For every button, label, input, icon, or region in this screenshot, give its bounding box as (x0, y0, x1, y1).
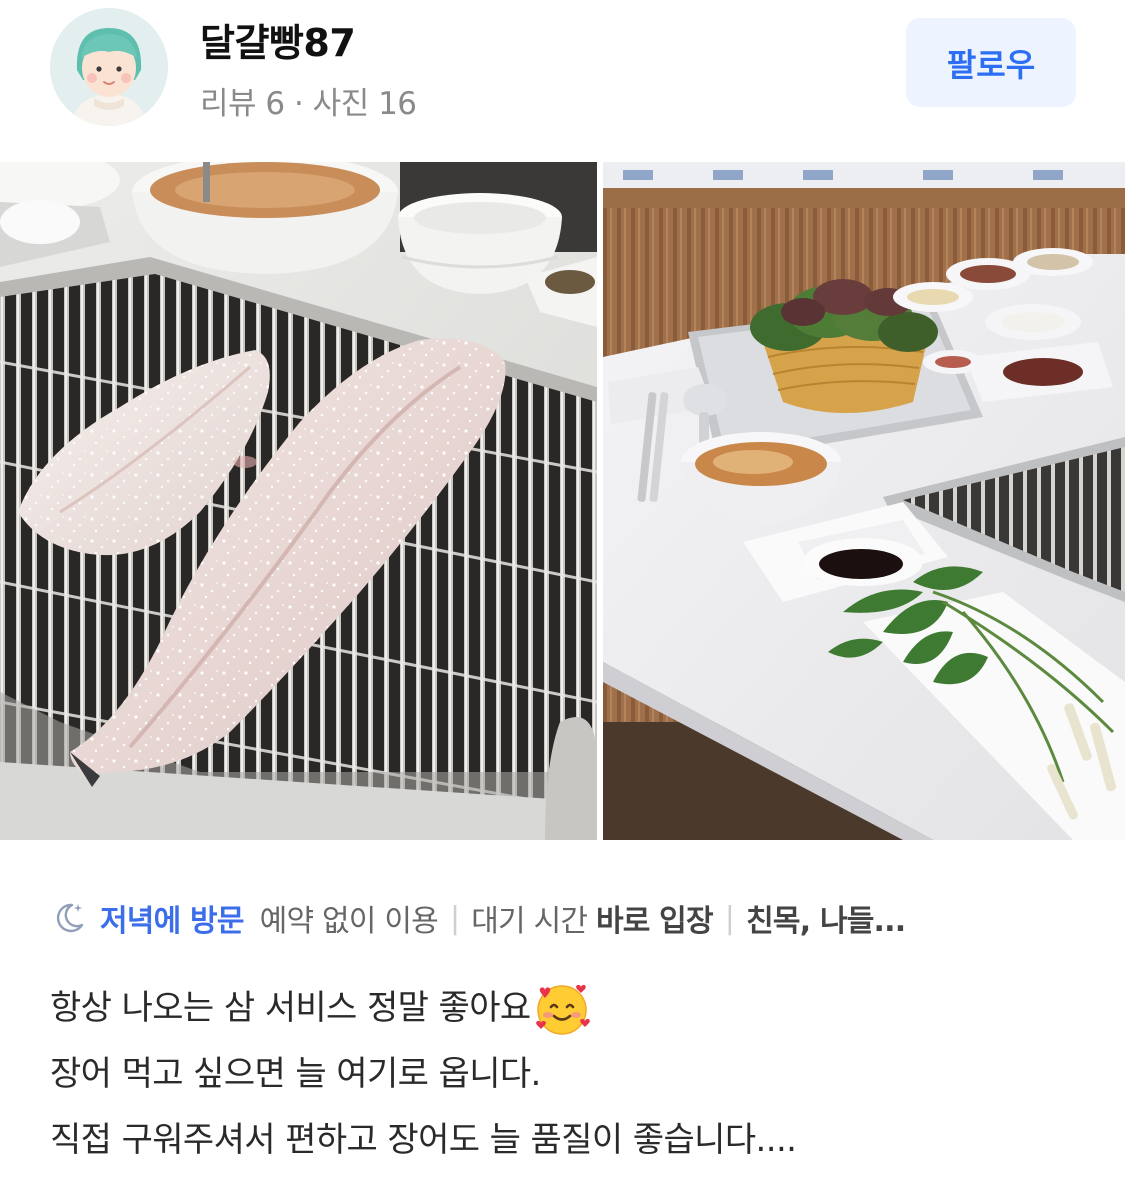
review-line-text: 직접 구워주셔서 편하고 장어도 늘 품질이 좋습니다.... (50, 1120, 797, 1160)
reviewer-stats: 리뷰 6 · 사진 16 (200, 86, 417, 122)
reviewer-header: 달걀빵87 리뷰 6 · 사진 16 팔로우 (0, 0, 1125, 162)
user-avatar-icon[interactable] (50, 8, 168, 126)
reservation-label: 예약 없이 이용 (259, 904, 439, 939)
wait-label: 대기 시간 (471, 904, 588, 939)
wait-spacer (587, 901, 596, 936)
review-body[interactable]: 항상 나오는 삼 서비스 정말 좋아요 장어 먹고 싶으면 늘 여기로 옵니다.… (50, 975, 1080, 1173)
visit-time-label: 저녁에 방문 (100, 904, 244, 939)
visit-info-tags[interactable]: 저녁에 방문 예약 없이 이용 | 대기 시간 바로 입장 | 친목, 나들..… (50, 893, 906, 943)
tag-divider: | (449, 900, 460, 936)
table-side-dishes-photo[interactable] (603, 162, 1125, 840)
smiling-face-with-hearts-icon (531, 979, 591, 1037)
follow-button[interactable]: 팔로우 (906, 18, 1076, 107)
wait-value: 바로 입장 (595, 904, 714, 939)
review-line-text: 장어 먹고 싶으면 늘 여기로 옵니다. (50, 1054, 541, 1094)
review-line: 장어 먹고 싶으면 늘 여기로 옵니다. (50, 1041, 1080, 1107)
visit-purpose: 친목, 나들... (746, 904, 906, 939)
grilled-eel-on-grill-photo[interactable] (0, 162, 597, 840)
review-line-text: 항상 나오는 삼 서비스 정말 좋아요 (50, 988, 531, 1028)
review-line: 항상 나오는 삼 서비스 정말 좋아요 (50, 975, 1080, 1041)
tag-divider: | (724, 900, 735, 936)
reviewer-name[interactable]: 달걀빵87 (200, 12, 356, 67)
moon-icon (50, 899, 100, 937)
review-line: 직접 구워주셔서 편하고 장어도 늘 품질이 좋습니다.... (50, 1107, 1080, 1173)
